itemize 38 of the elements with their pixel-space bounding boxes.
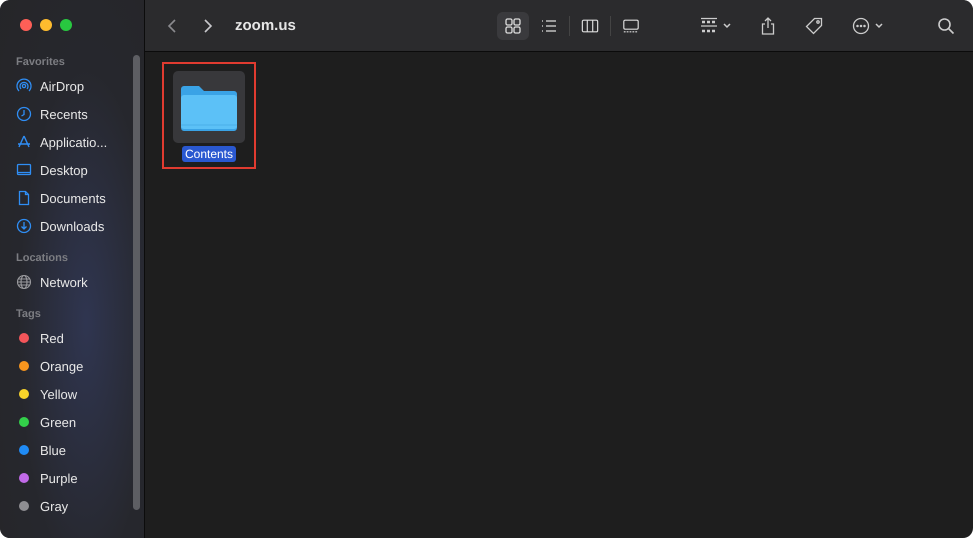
window-title: zoom.us xyxy=(235,17,296,34)
icons-view-button[interactable] xyxy=(497,12,529,40)
share-icon xyxy=(759,16,777,34)
sidebar-item[interactable]: Applicatio... xyxy=(16,128,108,156)
sidebar-item[interactable]: Yellow xyxy=(16,380,78,408)
document-icon xyxy=(16,190,32,206)
scrollbar[interactable] xyxy=(133,55,140,510)
download-icon xyxy=(16,218,32,234)
sidebar-item[interactable]: Purple xyxy=(16,464,78,492)
sidebar-item[interactable]: Orange xyxy=(16,352,84,380)
airdrop-icon xyxy=(16,78,32,94)
zoom-button[interactable] xyxy=(60,19,72,31)
clock-icon xyxy=(16,106,32,122)
grid-icon xyxy=(504,16,522,34)
sidebar-item[interactable]: AirDrop xyxy=(16,72,84,100)
minimize-button[interactable] xyxy=(40,19,52,31)
search-icon xyxy=(937,16,955,34)
globe-icon xyxy=(16,274,32,290)
sidebar-item[interactable]: Green xyxy=(16,408,76,436)
app-store-icon xyxy=(16,134,32,150)
sidebar-item[interactable]: Gray xyxy=(16,492,68,520)
sidebar-item[interactable]: Downloads xyxy=(16,212,104,240)
sidebar-item[interactable]: Network xyxy=(16,268,88,296)
desktop-icon xyxy=(16,162,32,178)
sidebar-item[interactable]: Recents xyxy=(16,100,88,128)
gallery-icon xyxy=(622,16,640,34)
columns-icon xyxy=(581,16,599,34)
folder-item[interactable] xyxy=(173,71,245,143)
file-name[interactable]: Contents xyxy=(182,146,236,162)
sidebar-item[interactable]: Desktop xyxy=(16,156,88,184)
sidebar-item[interactable]: Documents xyxy=(16,184,106,212)
sidebar-item[interactable]: Blue xyxy=(16,436,66,464)
close-button[interactable] xyxy=(20,19,32,31)
sidebar-item[interactable]: Red xyxy=(16,324,64,352)
sidebar-section-header: Tags xyxy=(16,308,42,321)
tag-icon xyxy=(805,16,823,34)
sidebar-section-header: Favorites xyxy=(16,56,66,69)
sidebar-section-header: Locations xyxy=(16,252,69,265)
